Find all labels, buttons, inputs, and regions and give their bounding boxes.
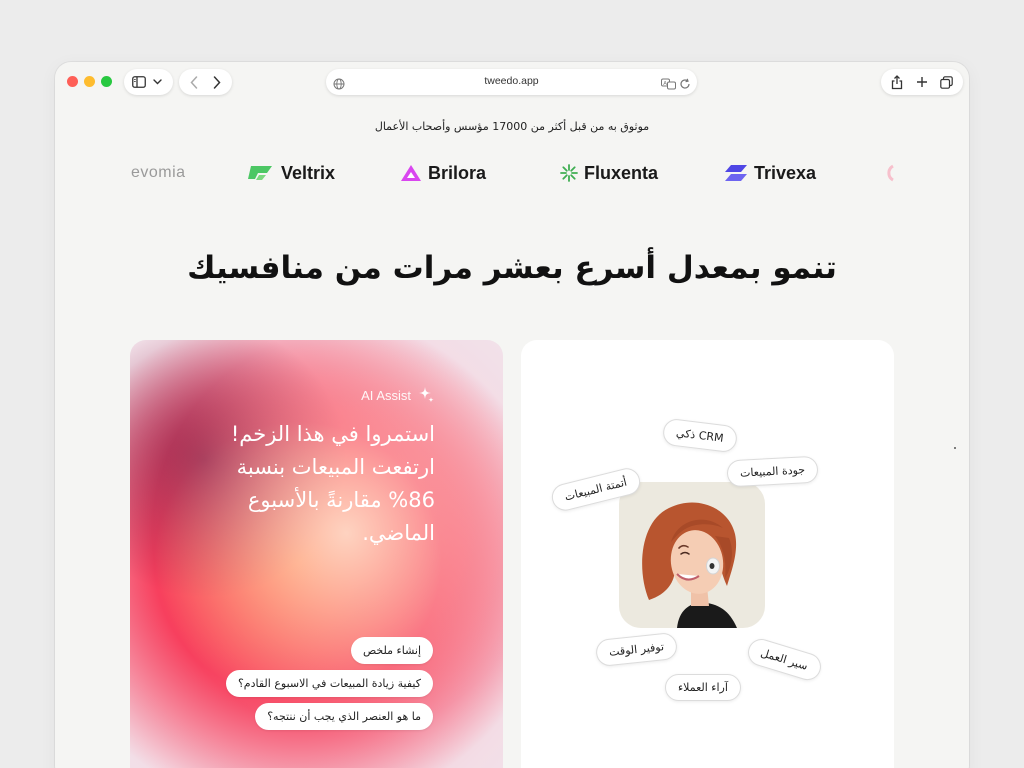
partial-logo-mark-icon xyxy=(887,164,894,182)
chevron-down-icon[interactable] xyxy=(149,72,168,92)
brilora-mark-icon xyxy=(401,165,421,181)
back-button[interactable] xyxy=(184,72,204,92)
suggestion-increase-sales[interactable]: كيفية زيادة المبيعات في الاسبوع القادم؟ xyxy=(225,670,433,697)
url-text: tweedo.app xyxy=(484,75,539,87)
minimize-window-button[interactable] xyxy=(84,76,95,87)
suggestion-create-summary[interactable]: إنشاء ملخص xyxy=(350,637,433,664)
tabs-overview-icon[interactable] xyxy=(937,72,957,92)
forward-button[interactable] xyxy=(207,72,227,92)
trivexa-mark-icon xyxy=(725,165,747,181)
feature-tag-customer-reviews: آراء العملاء xyxy=(665,674,741,701)
feature-tag-time-saving: توفير الوقت xyxy=(594,631,679,668)
address-bar[interactable]: tweedo.app A xyxy=(326,69,697,95)
logo-evomia: evomia xyxy=(131,164,186,181)
translate-icon[interactable]: A xyxy=(661,75,676,94)
zoom-window-button[interactable] xyxy=(101,76,112,87)
feature-tag-sales-quality: جودة المبيعات xyxy=(726,455,819,488)
share-icon[interactable] xyxy=(887,72,907,92)
close-window-button[interactable] xyxy=(67,76,78,87)
trusted-by-text: موثوق به من قبل أكثر من 17000 مؤسس وأصحا… xyxy=(374,120,650,133)
logo-trivexa: Trivexa xyxy=(724,160,816,186)
feature-tag-workflow: سير العمل xyxy=(744,635,824,684)
browser-window: tweedo.app A موثوق به من قبل أكثر من 170… xyxy=(55,62,969,768)
section-headline: تنمو بمعدل أسرع بعشر مرات من منافسيك xyxy=(187,250,837,286)
browser-toolbar: tweedo.app A xyxy=(55,62,969,102)
crm-features-card: CRM ذكي جودة المبيعات أتمتة المبيعات توف… xyxy=(521,340,894,768)
ai-insight-message: استمروا في هذا الزخم! ارتفعت المبيعات بن… xyxy=(230,422,435,545)
ai-assist-label: AI Assist xyxy=(361,386,435,404)
stray-dot xyxy=(954,447,956,449)
svg-text:A: A xyxy=(663,81,667,87)
logo-fluxenta: Fluxenta xyxy=(560,160,658,186)
sidebar-icon[interactable] xyxy=(130,72,149,92)
reload-icon[interactable] xyxy=(679,75,691,94)
ai-assist-card: AI Assist استمروا في هذا الزخم! ارتفعت ا… xyxy=(130,340,503,768)
sidebar-toggle-group xyxy=(124,69,173,95)
suggestion-what-to-produce[interactable]: ما هو العنصر الذي يجب أن ننتجه؟ xyxy=(255,703,433,730)
plus-icon[interactable] xyxy=(912,72,932,92)
logo-veltrix: Veltrix xyxy=(245,160,335,186)
veltrix-mark-icon xyxy=(248,166,272,180)
browser-actions-group xyxy=(881,69,963,95)
navigation-group xyxy=(179,69,232,95)
fluxenta-mark-icon xyxy=(560,164,578,182)
customer-logos-strip: evomia Veltrix Brilora Fluxenta Trivexa xyxy=(55,160,969,186)
sparkle-icon xyxy=(419,387,434,403)
logo-brilora: Brilora xyxy=(400,160,486,186)
feature-tag-smart-crm: CRM ذكي xyxy=(661,417,739,454)
logo-partial xyxy=(884,160,894,186)
customer-portrait xyxy=(619,482,765,628)
